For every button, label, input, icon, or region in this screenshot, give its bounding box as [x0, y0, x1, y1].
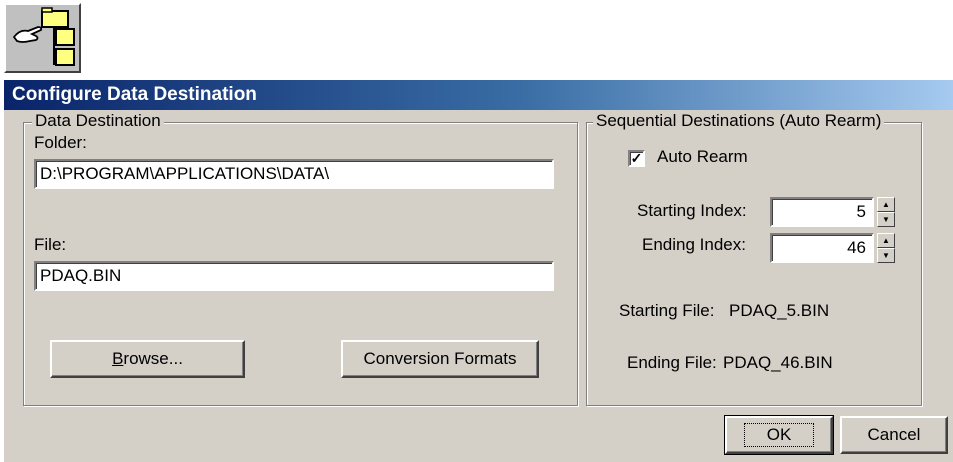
- data-destination-legend: Data Destination: [32, 111, 164, 131]
- starting-index-input[interactable]: 5: [770, 197, 874, 227]
- file-input[interactable]: PDAQ.BIN: [34, 261, 554, 291]
- ok-button[interactable]: OK: [724, 415, 834, 455]
- starting-file-label: Starting File:: [619, 301, 715, 320]
- conversion-formats-button[interactable]: Conversion Formats: [341, 340, 539, 378]
- sequential-destinations-legend: Sequential Destinations (Auto Rearm): [593, 111, 885, 131]
- starting-index-label: Starting Index:: [637, 201, 747, 220]
- ending-index-input[interactable]: 46: [770, 233, 874, 263]
- data-destination-group: Data Destination Folder: D:\PROGRAM\APPL…: [23, 111, 578, 406]
- ending-file-value: PDAQ_46.BIN: [723, 353, 833, 372]
- spin-up-icon[interactable]: ▲: [877, 197, 895, 212]
- starting-file-value: PDAQ_5.BIN: [729, 301, 830, 320]
- cancel-button[interactable]: Cancel: [840, 416, 948, 454]
- ending-file-label: Ending File:: [627, 353, 717, 372]
- spin-up-icon[interactable]: ▲: [877, 233, 895, 248]
- ending-index-spinner[interactable]: ▲ ▼: [877, 233, 895, 263]
- browse-button-label: Browse...: [112, 349, 183, 368]
- sequential-destinations-group: Sequential Destinations (Auto Rearm) ✓ A…: [586, 111, 922, 406]
- browse-button[interactable]: Browse...: [50, 340, 245, 378]
- auto-rearm-checkbox[interactable]: ✓: [628, 150, 645, 167]
- spin-down-icon[interactable]: ▼: [877, 248, 895, 263]
- folder-tree-icon[interactable]: [4, 3, 81, 73]
- starting-index-spinner[interactable]: ▲ ▼: [877, 197, 895, 227]
- spin-down-icon[interactable]: ▼: [877, 212, 895, 227]
- folder-label: Folder:: [34, 133, 87, 152]
- ok-button-label: OK: [743, 423, 815, 447]
- dialog-body: Data Destination Folder: D:\PROGRAM\APPL…: [4, 110, 953, 462]
- dialog-title: Configure Data Destination: [4, 80, 953, 110]
- auto-rearm-label: Auto Rearm: [657, 147, 748, 166]
- ending-index-label: Ending Index:: [642, 235, 746, 254]
- folder-input[interactable]: D:\PROGRAM\APPLICATIONS\DATA\: [34, 159, 554, 189]
- file-label: File:: [34, 235, 67, 254]
- configure-data-destination-dialog: Configure Data Destination Data Destinat…: [4, 80, 953, 462]
